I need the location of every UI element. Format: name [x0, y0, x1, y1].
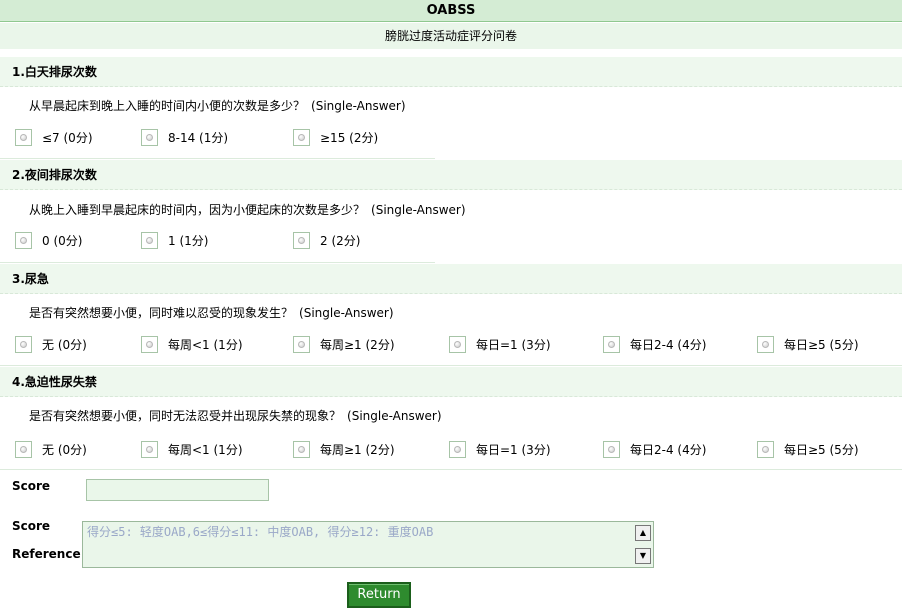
- radio-button[interactable]: [141, 335, 158, 353]
- radio-button[interactable]: [141, 231, 158, 249]
- score-label: Score: [12, 479, 51, 493]
- option-label: 无 (0分): [42, 442, 87, 457]
- scroll-up-arrow-icon[interactable]: ▲: [635, 525, 651, 541]
- radio-button[interactable]: [141, 440, 158, 458]
- q4-option-2[interactable]: 每周<1 (1分): [141, 436, 243, 462]
- q3-option-4[interactable]: 每日=1 (3分): [449, 331, 551, 357]
- question-2-prompt: 从晚上入睡到早晨起床的时间内，因为小便起床的次数是多少？ (Single-Answ…: [29, 199, 466, 221]
- q4-option-5[interactable]: 每日2-4 (4分): [603, 436, 706, 462]
- radio-button[interactable]: [603, 440, 620, 458]
- return-button[interactable]: Return: [347, 582, 411, 608]
- radio-button[interactable]: [757, 440, 774, 458]
- radio-button[interactable]: [293, 128, 310, 146]
- divider: [0, 158, 435, 159]
- radio-button[interactable]: [293, 440, 310, 458]
- score-input[interactable]: [86, 479, 269, 501]
- question-1-title: 1.白天排尿次数: [0, 57, 902, 87]
- question-4-title: 4.急迫性尿失禁: [0, 367, 902, 397]
- q1-option-2[interactable]: 8-14 (1分): [141, 124, 228, 150]
- radio-button[interactable]: [293, 231, 310, 249]
- option-label: 每周≥1 (2分): [320, 442, 395, 457]
- radio-button[interactable]: [15, 335, 32, 353]
- question-3-type: (Single-Answer): [299, 306, 394, 320]
- option-label: 每周≥1 (2分): [320, 337, 395, 352]
- radio-button[interactable]: [757, 335, 774, 353]
- radio-button[interactable]: [141, 128, 158, 146]
- option-label: 每日2-4 (4分): [630, 442, 707, 457]
- q3-option-1[interactable]: 无 (0分): [15, 331, 87, 357]
- option-label: 2 (2分): [320, 233, 361, 248]
- option-label: 每日=1 (3分): [476, 337, 551, 352]
- q4-option-3[interactable]: 每周≥1 (2分): [293, 436, 395, 462]
- question-2-type: (Single-Answer): [371, 203, 466, 217]
- option-label: 每日=1 (3分): [476, 442, 551, 457]
- question-3-title: 3.尿急: [0, 264, 902, 294]
- question-3-text: 是否有突然想要小便，同时难以忍受的现象发生？: [29, 306, 294, 320]
- q1-option-1[interactable]: ≤7 (0分): [15, 124, 93, 150]
- question-2-title: 2.夜间排尿次数: [0, 160, 902, 190]
- q3-option-2[interactable]: 每周<1 (1分): [141, 331, 243, 357]
- option-label: 每周<1 (1分): [168, 442, 243, 457]
- option-label: 0 (0分): [42, 233, 83, 248]
- question-4-prompt: 是否有突然想要小便，同时无法忍受并出现尿失禁的现象？ (Single-Answer…: [29, 405, 442, 427]
- q4-option-6[interactable]: 每日≥5 (5分): [757, 436, 859, 462]
- option-label: 1 (1分): [168, 233, 209, 248]
- score-reference-label-line1: Score: [12, 519, 51, 533]
- radio-button[interactable]: [603, 335, 620, 353]
- option-label: 8-14 (1分): [168, 130, 229, 145]
- score-reference-text: 得分≤5: 轻度OAB,6≤得分≤11: 中度OAB, 得分≥12: 重度OAB: [87, 525, 434, 539]
- option-label: 每日2-4 (4分): [630, 337, 707, 352]
- radio-button[interactable]: [15, 440, 32, 458]
- divider: [0, 469, 902, 470]
- radio-button[interactable]: [449, 335, 466, 353]
- divider: [0, 262, 435, 263]
- q4-option-1[interactable]: 无 (0分): [15, 436, 87, 462]
- q3-option-5[interactable]: 每日2-4 (4分): [603, 331, 706, 357]
- question-1-text: 从早晨起床到晚上入睡的时间内小便的次数是多少？: [29, 99, 306, 113]
- q1-option-3[interactable]: ≥15 (2分): [293, 124, 378, 150]
- page-subtitle: 膀胱过度活动症评分问卷: [0, 23, 902, 49]
- question-1-prompt: 从早晨起床到晚上入睡的时间内小便的次数是多少？ (Single-Answer): [29, 95, 406, 117]
- radio-button[interactable]: [449, 440, 466, 458]
- q2-option-1[interactable]: 0 (0分): [15, 227, 82, 253]
- q3-option-3[interactable]: 每周≥1 (2分): [293, 331, 395, 357]
- option-label: 每日≥5 (5分): [784, 442, 859, 457]
- question-1-type: (Single-Answer): [311, 99, 406, 113]
- option-label: ≤7 (0分): [42, 130, 93, 145]
- q2-option-2[interactable]: 1 (1分): [141, 227, 208, 253]
- option-label: 无 (0分): [42, 337, 87, 352]
- radio-button[interactable]: [293, 335, 310, 353]
- score-reference-label-line2: Reference: [12, 547, 81, 561]
- scroll-down-arrow-icon[interactable]: ▼: [635, 548, 651, 564]
- option-label: ≥15 (2分): [320, 130, 379, 145]
- radio-button[interactable]: [15, 231, 32, 249]
- question-4-text: 是否有突然想要小便，同时无法忍受并出现尿失禁的现象？: [29, 409, 342, 423]
- radio-button[interactable]: [15, 128, 32, 146]
- question-2-text: 从晚上入睡到早晨起床的时间内，因为小便起床的次数是多少？: [29, 203, 366, 217]
- question-3-prompt: 是否有突然想要小便，同时难以忍受的现象发生？ (Single-Answer): [29, 302, 394, 324]
- score-reference-textarea[interactable]: 得分≤5: 轻度OAB,6≤得分≤11: 中度OAB, 得分≥12: 重度OAB: [82, 521, 654, 568]
- option-label: 每周<1 (1分): [168, 337, 243, 352]
- q3-option-6[interactable]: 每日≥5 (5分): [757, 331, 859, 357]
- question-4-type: (Single-Answer): [347, 409, 442, 423]
- page-title: OABSS: [0, 0, 902, 22]
- q4-option-4[interactable]: 每日=1 (3分): [449, 436, 551, 462]
- q2-option-3[interactable]: 2 (2分): [293, 227, 360, 253]
- divider: [0, 365, 902, 366]
- option-label: 每日≥5 (5分): [784, 337, 859, 352]
